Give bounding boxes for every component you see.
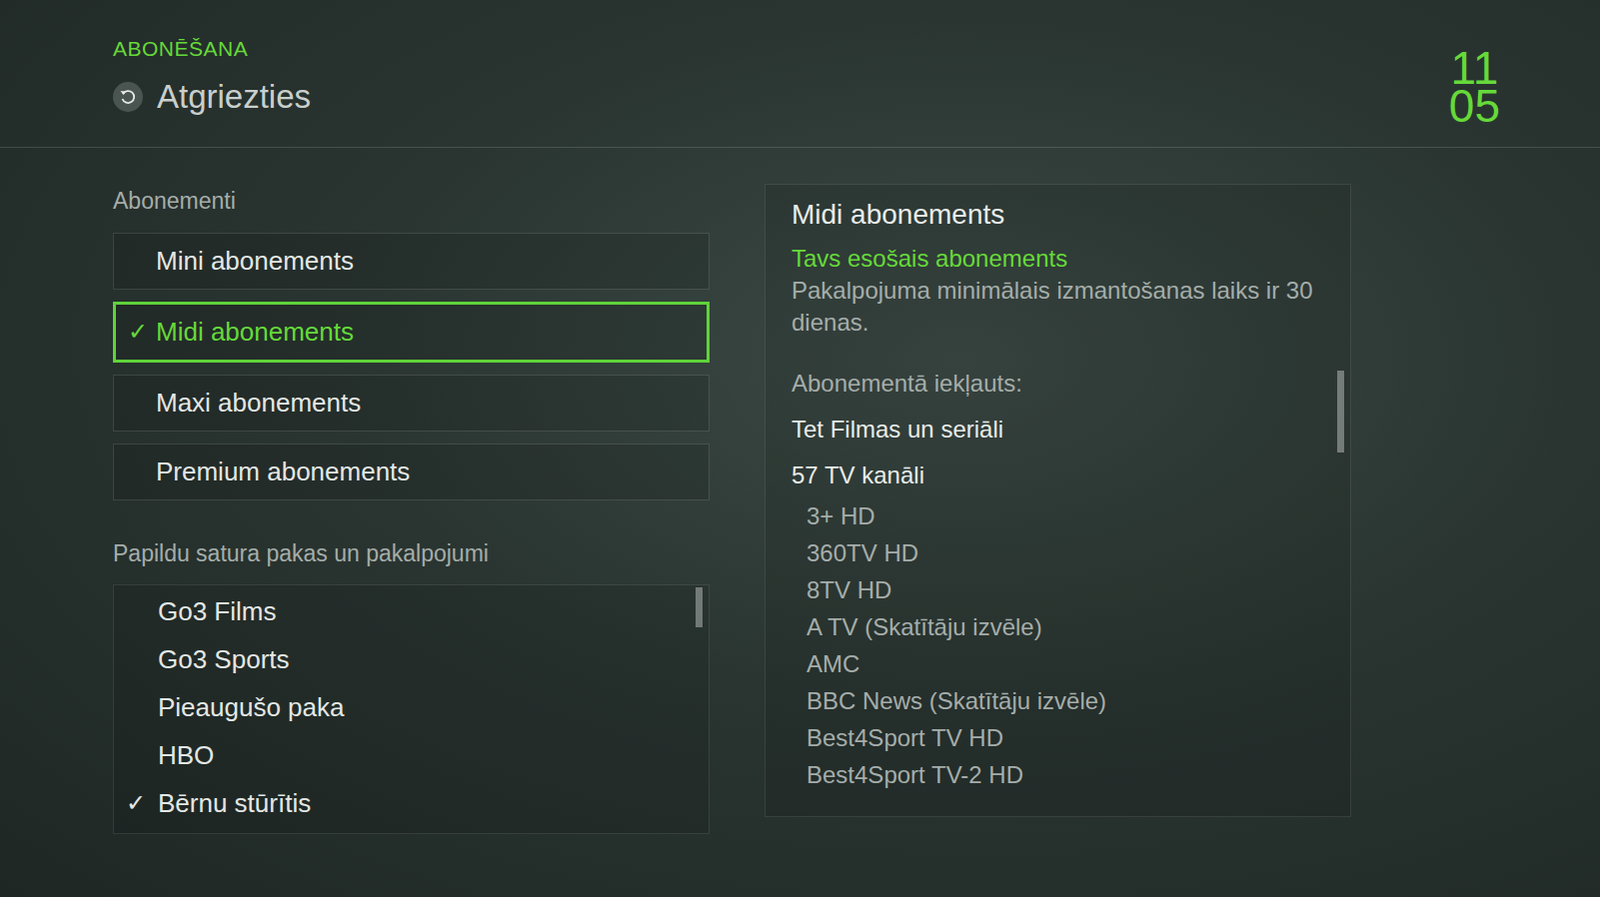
addon-item[interactable]: ✓ Bērnu stūrītis bbox=[113, 779, 709, 828]
channel-item: Best4Sport TV-2 HD bbox=[791, 756, 1325, 794]
check-mark: ✓ bbox=[125, 785, 146, 822]
addon-item[interactable]: Go3 Sports bbox=[113, 635, 709, 684]
included-item: 57 TV kanāli bbox=[791, 458, 1325, 493]
left-column: AbonementiMini abonements✓Midi abonement… bbox=[112, 183, 710, 835]
channel-item: 3+ HD bbox=[791, 497, 1325, 535]
subscription-item[interactable]: ✓Midi abonements bbox=[112, 301, 710, 363]
subscription-item[interactable]: Premium abonements bbox=[112, 443, 710, 501]
channel-item: 360TV HD bbox=[791, 534, 1325, 572]
scrollbar[interactable] bbox=[1337, 370, 1345, 453]
clock: 1105 bbox=[1449, 49, 1501, 147]
subscriptions-heading: Abonementi bbox=[112, 183, 710, 219]
clock-minutes: 05 bbox=[1449, 87, 1501, 126]
channel-list: 3+ HD360TV HD8TV HDA TV (Skatītāju izvēl… bbox=[791, 497, 1325, 794]
included-item: Tet Filmas un seriāli bbox=[791, 412, 1325, 447]
addon-label[interactable]: Bērnu stūrītis bbox=[157, 784, 311, 824]
subscription-item[interactable]: Mini abonements bbox=[112, 232, 710, 290]
addon-label[interactable]: Go3 Films bbox=[157, 592, 276, 632]
details-panel: Midi abonements Tavs esošais abonementsPa… bbox=[764, 183, 1352, 818]
addon-label[interactable]: Go3 Sports bbox=[157, 640, 290, 680]
addons-list: Go3 Films Go3 Sports Pieaugušo paka HBO ✓ Bēr… bbox=[112, 584, 710, 835]
addon-item[interactable]: Pieaugušo paka bbox=[113, 683, 709, 732]
addon-item[interactable]: HBO bbox=[113, 731, 709, 780]
back-button[interactable]: Atgriezties bbox=[112, 78, 311, 115]
subscription-label[interactable]: Mini abonements bbox=[155, 241, 354, 281]
header: ABONĒŠANA Atgriezties 1105 bbox=[0, 0, 1600, 148]
subscription-label[interactable]: Premium abonements bbox=[155, 452, 410, 492]
scrollbar[interactable] bbox=[695, 587, 703, 628]
channel-item: BBC News (Skatītāju izvēle) bbox=[791, 682, 1325, 720]
addon-item[interactable]: Go3 Films bbox=[113, 587, 709, 636]
main: AbonementiMini abonements✓Midi abonement… bbox=[0, 147, 1600, 835]
addon-label[interactable]: HBO bbox=[157, 736, 214, 776]
details-status: Tavs esošais abonements bbox=[791, 242, 1325, 274]
channel-item: 8TV HD bbox=[791, 571, 1325, 609]
back-icon[interactable] bbox=[112, 81, 143, 112]
channel-item: AMC bbox=[791, 645, 1325, 683]
channel-item: Best4Sport TV HD bbox=[791, 719, 1325, 757]
subscription-item[interactable]: Maxi abonements bbox=[112, 374, 710, 432]
clock-hours: 11 bbox=[1449, 49, 1501, 88]
details-title: Midi abonements bbox=[791, 196, 1325, 233]
back-label[interactable]: Atgriezties bbox=[156, 78, 311, 115]
addons-heading: Papildu satura pakas un pakalpojumi bbox=[112, 536, 710, 572]
subscription-label[interactable]: Midi abonements bbox=[155, 312, 354, 352]
addon-label[interactable]: Pieaugušo paka bbox=[157, 688, 344, 728]
channel-item: A TV (Skatītāju izvēle) bbox=[791, 608, 1325, 646]
header-left: ABONĒŠANA Atgriezties bbox=[112, 35, 311, 147]
details-note: Pakalpojuma minimālais izmantošanas laik… bbox=[791, 274, 1325, 340]
included-heading: Abonementā iekļauts: bbox=[791, 366, 1325, 401]
check-mark: ✓ bbox=[127, 313, 148, 350]
section-title: ABONĒŠANA bbox=[112, 35, 311, 61]
subscription-label[interactable]: Maxi abonements bbox=[155, 383, 361, 423]
